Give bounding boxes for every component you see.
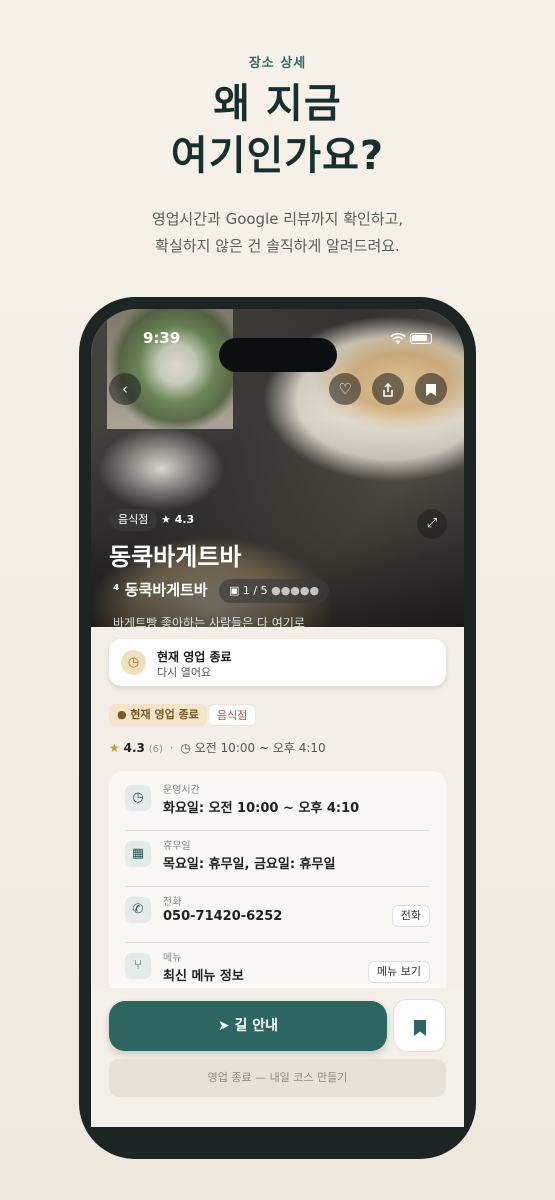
share-icon	[383, 382, 393, 397]
status-card-title: 현재 영업 종료	[157, 650, 232, 664]
expand-button[interactable]: ⤢	[417, 509, 447, 539]
info-row-value: 목요일: 휴무일, 금요일: 휴무일	[163, 857, 336, 872]
status-bar: 9:39	[91, 327, 464, 372]
info-row-value: 최신 메뉴 정보	[163, 969, 244, 984]
wifi-icon	[390, 332, 406, 344]
share-button[interactable]	[372, 373, 404, 405]
bookmark-icon	[426, 383, 436, 396]
expand-icon: ⤢	[426, 516, 438, 531]
hero-eyebrow: 장소 상세	[248, 56, 307, 71]
view-menu-button[interactable]: 메뉴 보기	[368, 961, 430, 983]
status-card-subtitle: 다시 열어요	[157, 666, 212, 679]
phone-screen: 9:39 ‹ ♡ 음식점 ★ 4.3 ⤢ 동쿡바게트바 ⁴ 동쿡바게트바 ▣ 1…	[91, 309, 464, 1127]
hero-subtitle-line1: 영업시간과 Google 리뷰까지 확인하고,	[151, 210, 404, 228]
place-subtitle: ⁴ 동쿡바게트바	[113, 581, 208, 599]
system-icons	[390, 331, 432, 346]
clock-icon: ◷	[121, 650, 146, 675]
photo-rating: ★ 4.3	[161, 513, 195, 526]
calendar-icon: ▦	[125, 841, 151, 867]
hero-headline: 왜 지금 여기인가요?	[0, 78, 555, 182]
navigate-label: 길 안내	[234, 1018, 279, 1034]
navigation-arrow-icon: ➤	[217, 1018, 230, 1034]
info-row-label: 운영시간	[163, 785, 200, 796]
photo-counter[interactable]: ▣ 1 / 5 ●●●●●	[219, 579, 330, 603]
info-row-holidays: ▦ 휴무일 목요일: 휴무일, 금요일: 휴무일	[125, 831, 430, 887]
photo-dots: ●●●●●	[271, 584, 320, 597]
meta-separator: ·	[169, 741, 174, 755]
chevron-left-icon: ‹	[122, 380, 128, 398]
image-icon: ▣	[229, 584, 243, 597]
status-card: ◷ 현재 영업 종료 다시 열어요	[109, 639, 446, 686]
back-button[interactable]: ‹	[109, 373, 141, 405]
photo-caption: 바게트빵 좋아하는 사람들은 다 여기로	[113, 616, 305, 630]
favorite-button[interactable]: ♡	[329, 373, 361, 405]
hero-headline-line2: 여기인가요?	[170, 133, 385, 179]
closed-chip: ● 현재 영업 종료	[109, 704, 207, 726]
info-row-phone: ✆ 전화 050-71420-6252 전화	[125, 887, 430, 943]
place-title: 동쿡바게트바	[109, 543, 242, 571]
meta-rating: 4.3	[123, 741, 145, 755]
photo-counter-text: 1 / 5	[242, 584, 268, 597]
clock-icon: ◷	[125, 785, 151, 811]
call-button[interactable]: 전화	[391, 905, 430, 927]
info-row-value: 화요일: 오전 10:00 ~ 오후 4:10	[163, 801, 360, 816]
category-chip: 음식점	[109, 509, 158, 531]
battery-icon	[410, 333, 432, 344]
info-row-label: 메뉴	[163, 953, 182, 964]
info-row-label: 휴무일	[163, 841, 191, 852]
phone-frame: 9:39 ‹ ♡ 음식점 ★ 4.3 ⤢ 동쿡바게트바 ⁴ 동쿡바게트바 ▣ 1…	[79, 297, 476, 1159]
hero-headline-line1: 왜 지금	[213, 81, 342, 127]
phone-icon: ✆	[125, 897, 151, 923]
hero-subtitle-line2: 확실하지 않은 건 솔직하게 알려드려요.	[155, 237, 400, 255]
heart-icon: ♡	[338, 380, 352, 398]
info-row-hours: ◷ 운영시간 화요일: 오전 10:00 ~ 오후 4:10	[125, 775, 430, 831]
dynamic-island	[219, 338, 337, 372]
meta-hours: 오전 10:00 ~ 오후 4:10	[194, 741, 326, 755]
make-course-button[interactable]: 영업 종료 — 내일 코스 만들기	[109, 1059, 446, 1097]
meta-review-count: (6)	[148, 744, 163, 755]
hero-subtitle: 영업시간과 Google 리뷰까지 확인하고, 확실하지 않은 건 솔직하게 알…	[0, 206, 555, 260]
bookmark-top-button[interactable]	[415, 373, 447, 405]
category-tag: 음식점	[208, 704, 257, 726]
info-card: ◷ 운영시간 화요일: 오전 10:00 ~ 오후 4:10 ▦ 휴무일 목요일…	[109, 771, 446, 1011]
status-time: 9:39	[143, 329, 181, 347]
info-row-label: 전화	[163, 897, 182, 908]
meta-row: ★ 4.3 (6) · ◷ 오전 10:00 ~ 오후 4:10	[109, 739, 326, 756]
bookmark-icon	[413, 1019, 426, 1036]
save-bookmark-button[interactable]	[393, 999, 446, 1052]
star-icon: ★	[109, 741, 120, 755]
utensils-icon: ⑂	[125, 953, 151, 979]
clock-small-icon: ◷	[180, 741, 191, 755]
navigate-button[interactable]: ➤ 길 안내	[109, 1001, 387, 1051]
info-row-value: 050-71420-6252	[163, 909, 283, 924]
